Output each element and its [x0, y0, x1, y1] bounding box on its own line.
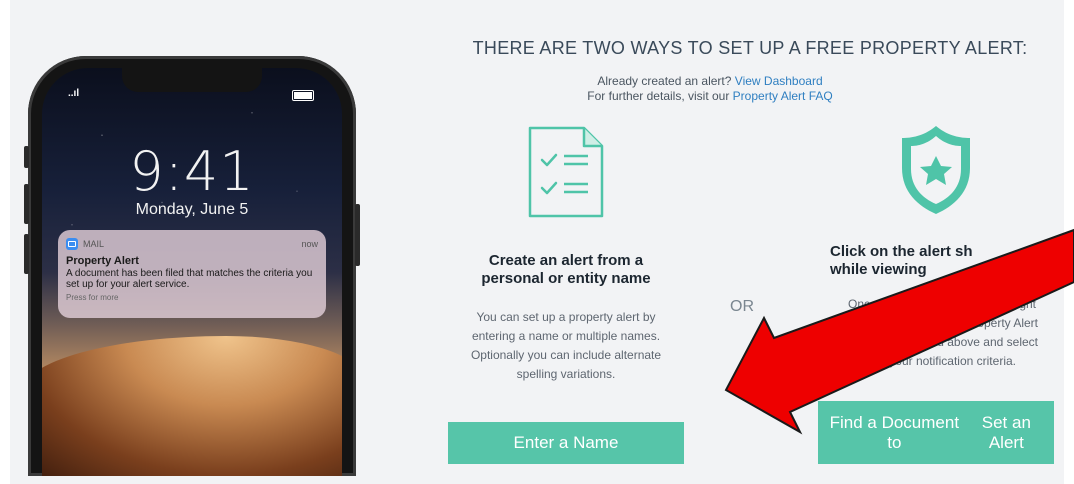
option-document-title-line2: while viewing: [830, 261, 927, 278]
phone-notch: [122, 68, 262, 92]
notification-app-name: MAIL: [83, 239, 105, 249]
find-document-button-line2: Set an Alert: [981, 412, 1031, 452]
page-title: THERE ARE TWO WAYS TO SET UP A FREE PROP…: [472, 38, 1028, 58]
notification-time: now: [301, 239, 318, 249]
notification-header: MAIL now: [66, 238, 318, 250]
dashboard-line: Already created an alert? View Dashboard: [440, 74, 980, 88]
shield-star-icon: [902, 126, 970, 214]
notification-hint: Press for more: [66, 293, 119, 302]
enter-a-name-button[interactable]: Enter a Name: [448, 422, 684, 464]
mail-app-icon: [66, 238, 78, 250]
view-dashboard-link[interactable]: View Dashboard: [735, 74, 823, 88]
dashboard-line-text: Already created an alert?: [597, 74, 735, 88]
faq-line-text: For further details, visit our: [587, 89, 733, 103]
option-document-description: Once ght operty Alert nu above and selec…: [820, 295, 1060, 371]
phone-mute-button: [24, 146, 29, 168]
lock-screen-date: Monday, June 5: [135, 201, 249, 218]
option-name-desc-line: entering a name or multiple names.: [471, 329, 661, 343]
option-name-desc-line: You can set up a property alert by: [476, 310, 656, 324]
option-document-desc-line: operty Alert: [977, 316, 1038, 330]
option-document-desc-line: Once ght: [820, 295, 1060, 314]
option-document-desc-start: Once: [848, 297, 877, 311]
checklist-document-icon: [528, 126, 604, 218]
phone-volume-down-button: [24, 234, 29, 274]
option-document-desc-line: your notification criteria.: [889, 354, 1016, 368]
option-document-title-line1: Click on the alert sh: [830, 243, 973, 260]
phone-power-button: [355, 204, 360, 266]
desert-dune: [42, 336, 342, 476]
lock-screen-time: 9:41: [129, 140, 255, 203]
or-separator: OR: [730, 298, 754, 315]
phone-mockup: ..ıl 9:41 Monday, June 5 MAIL now Proper…: [24, 56, 360, 476]
phone-volume-up-button: [24, 184, 29, 224]
battery-icon: [292, 90, 314, 101]
faq-line: For further details, visit our Property …: [440, 89, 980, 103]
option-document-desc-line: nu above and select: [930, 335, 1038, 349]
notification-body: A document has been filed that matches t…: [66, 268, 313, 290]
phone-lock-screen: ..ıl 9:41 Monday, June 5 MAIL now Proper…: [42, 68, 342, 476]
find-document-button[interactable]: Find a Document to Set an Alert: [818, 401, 1054, 464]
find-document-button-line1: Find a Document to: [829, 412, 960, 452]
option-name-description: You can set up a property alert by enter…: [436, 308, 696, 384]
push-notification: MAIL now Property Alert A document has b…: [58, 230, 326, 318]
option-name-desc-line: spelling variations.: [516, 367, 616, 381]
option-document-title: Click on the alert sh while viewing: [818, 243, 1074, 279]
option-name-title-line2: personal or entity name: [481, 270, 651, 287]
notification-title: Property Alert: [66, 255, 139, 267]
option-name-desc-line: Optionally you can include alternate: [470, 348, 662, 362]
property-alert-faq-link[interactable]: Property Alert FAQ: [733, 89, 833, 103]
option-document-desc-end: ght: [1019, 297, 1036, 311]
option-name-title-line1: Create an alert from a: [488, 252, 644, 269]
option-name-title: Create an alert from a personal or entit…: [446, 252, 686, 288]
signal-wifi-icon: ..ıl: [68, 88, 80, 99]
